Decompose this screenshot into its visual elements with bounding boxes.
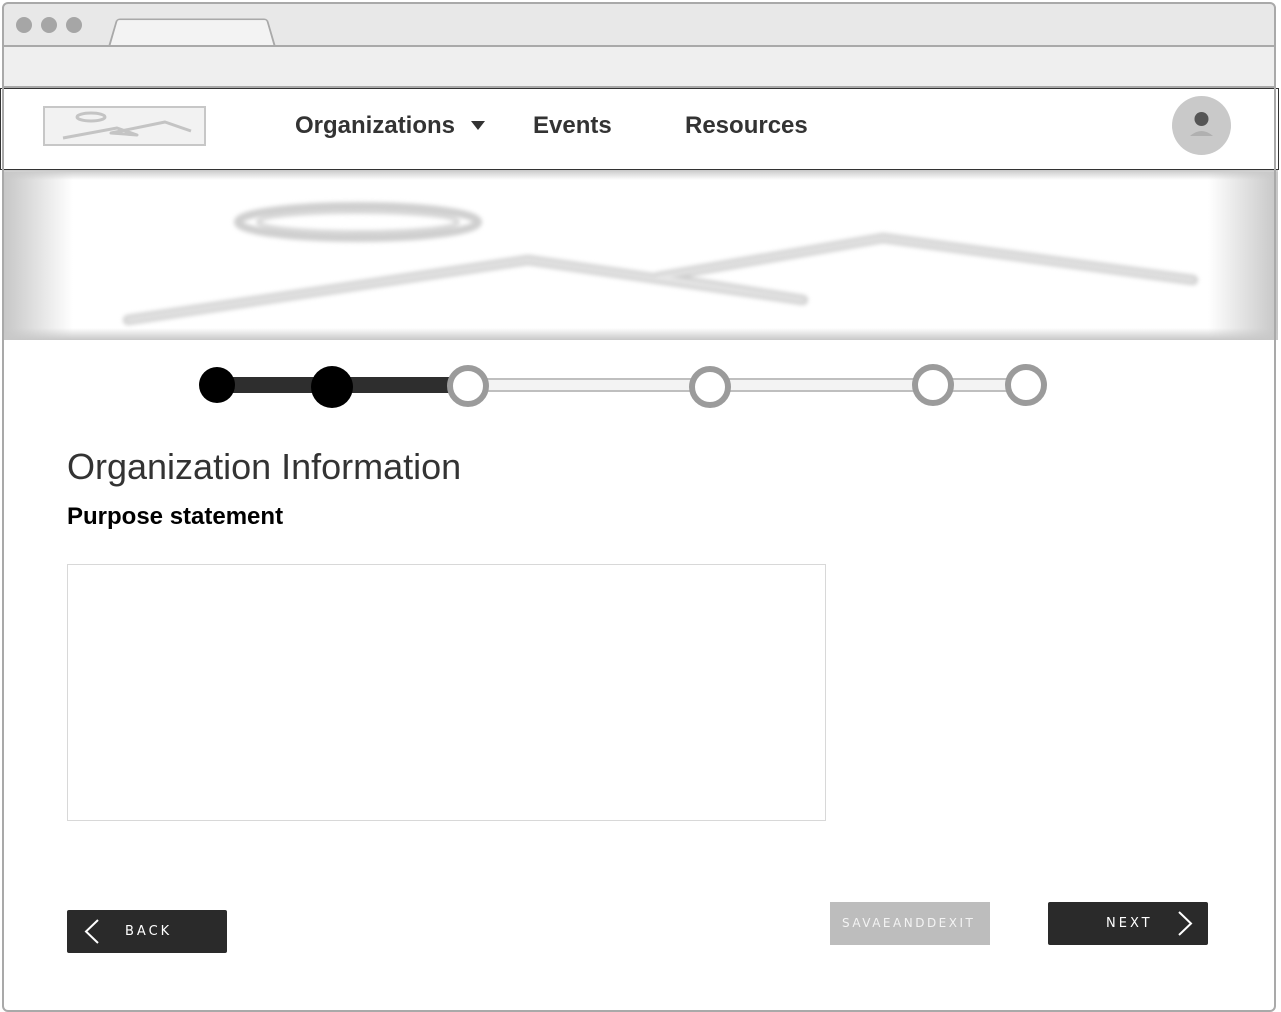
browser-tab[interactable] xyxy=(108,18,276,47)
chevron-left-icon xyxy=(84,919,99,944)
logo-image-placeholder-icon[interactable] xyxy=(43,106,206,146)
back-button[interactable]: BACK xyxy=(67,910,227,953)
next-button[interactable]: NEXT xyxy=(1048,902,1208,945)
save-and-exit-button[interactable]: SAVAEANDDEXIT xyxy=(830,902,990,945)
image-placeholder-icon xyxy=(123,202,1198,325)
chevron-right-icon xyxy=(1178,911,1193,936)
page-title: Organization Information xyxy=(67,446,462,487)
save-and-exit-label: SAVAEANDDEXIT xyxy=(842,916,976,930)
stepper-step-4[interactable] xyxy=(689,366,731,408)
window-close-dot[interactable] xyxy=(16,17,32,33)
nav-resources[interactable]: Resources xyxy=(685,110,808,142)
nav-events[interactable]: Events xyxy=(533,110,612,142)
hero-shadow-bottom xyxy=(3,328,1278,340)
stepper-step-3[interactable] xyxy=(447,365,489,407)
stepper-step-6[interactable] xyxy=(1005,364,1047,406)
purpose-statement-label: Purpose statement xyxy=(67,503,284,530)
purpose-statement-input[interactable] xyxy=(67,564,826,821)
nav-organizations[interactable]: Organizations xyxy=(295,110,455,142)
hero-image-placeholder xyxy=(3,172,1278,340)
caret-down-icon[interactable] xyxy=(471,121,485,130)
person-icon xyxy=(1190,112,1213,136)
back-button-label: BACK xyxy=(125,924,173,939)
user-avatar-icon[interactable] xyxy=(1172,96,1231,155)
browser-address-bar[interactable] xyxy=(3,45,1276,88)
stepper-step-2[interactable] xyxy=(311,366,353,408)
image-placeholder-icon xyxy=(62,111,192,140)
window-maximize-dot[interactable] xyxy=(66,17,82,33)
stepper-step-5[interactable] xyxy=(912,364,954,406)
next-button-label: NEXT xyxy=(1106,916,1153,931)
hero-shadow-top xyxy=(3,170,1278,180)
window-minimize-dot[interactable] xyxy=(41,17,57,33)
stepper-step-1[interactable] xyxy=(199,367,235,403)
